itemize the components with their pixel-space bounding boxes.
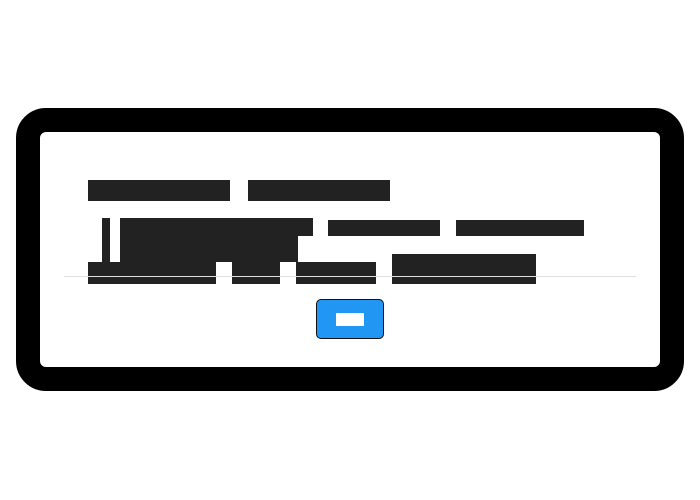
dialog-message-redacted-6 bbox=[88, 262, 216, 284]
ok-button-label bbox=[336, 313, 364, 326]
dialog-message-redacted-9 bbox=[392, 254, 536, 284]
dialog-message-redacted-5 bbox=[456, 220, 584, 236]
dialog-message-redacted-4 bbox=[328, 220, 440, 236]
dialog-message-redacted-3 bbox=[265, 218, 313, 236]
ok-button[interactable] bbox=[316, 299, 384, 339]
screen bbox=[0, 0, 700, 500]
dialog-message-redacted-7 bbox=[232, 262, 280, 284]
dialog-message-redacted-8 bbox=[296, 262, 376, 284]
message-dialog bbox=[16, 108, 684, 391]
dialog-divider bbox=[64, 276, 636, 277]
dialog-heading-redacted-2 bbox=[248, 180, 390, 201]
dialog-heading-redacted-1 bbox=[88, 180, 230, 201]
